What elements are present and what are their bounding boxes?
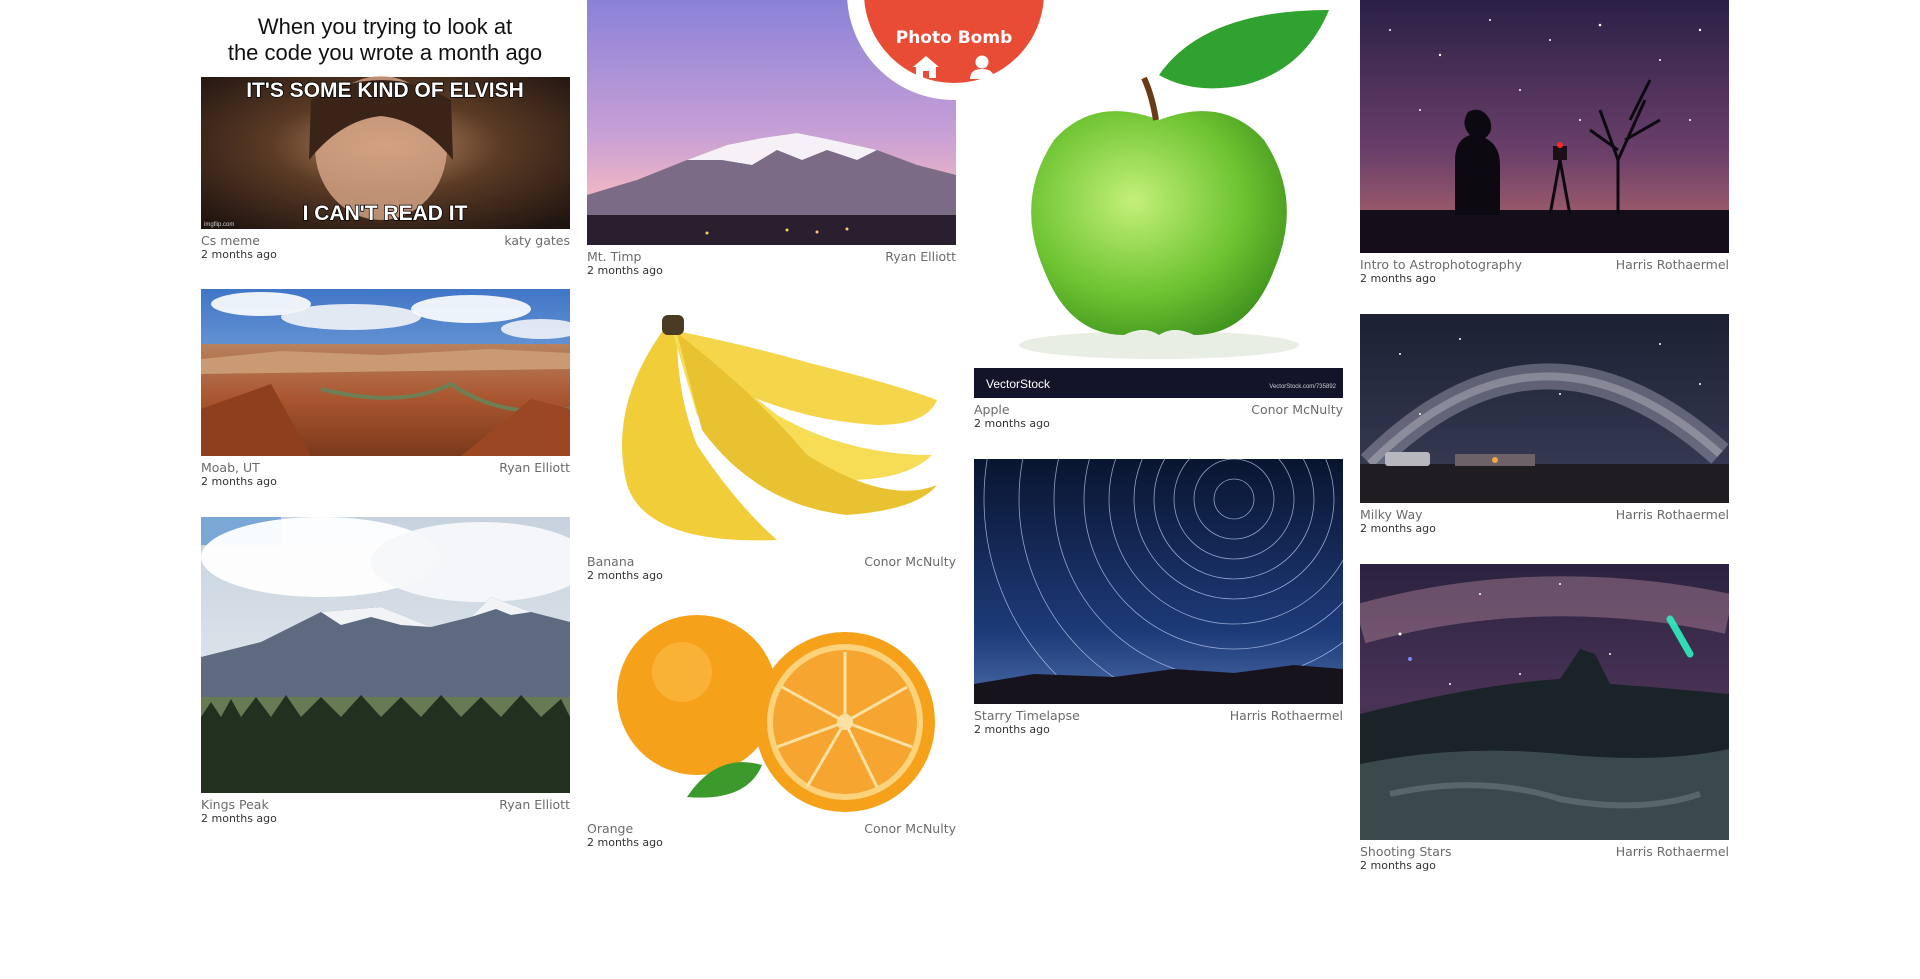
photo-astrophotography[interactable] xyxy=(1360,0,1729,253)
photo-title[interactable]: Kings Peak xyxy=(201,797,269,812)
photo-meta: Mt. Timp Ryan Elliott 2 months ago xyxy=(587,245,956,277)
photo-author[interactable]: Ryan Elliott xyxy=(499,797,570,812)
photo-card-banana: Banana Conor McNulty 2 months ago xyxy=(587,305,956,582)
photo-title[interactable]: Mt. Timp xyxy=(587,249,641,264)
photo-author[interactable]: katy gates xyxy=(504,233,570,248)
photo-card-starry-timelapse: Starry Timelapse Harris Rothaermel 2 mon… xyxy=(974,459,1343,736)
photo-title[interactable]: Apple xyxy=(974,402,1010,417)
photo-meta: Kings Peak Ryan Elliott 2 months ago xyxy=(201,793,570,825)
photo-author[interactable]: Harris Rothaermel xyxy=(1616,257,1729,272)
photo-card-orange: Orange Conor McNulty 2 months ago xyxy=(587,607,956,849)
watermark-brand: VectorStock xyxy=(986,377,1051,391)
photo-author[interactable]: Conor McNulty xyxy=(864,554,956,569)
photo-author[interactable]: Harris Rothaermel xyxy=(1230,708,1343,723)
photo-author[interactable]: Conor McNulty xyxy=(1251,402,1343,417)
meme-caption-bottom: I CAN'T READ IT xyxy=(303,202,468,225)
meme-top-line-2: the code you wrote a month ago xyxy=(228,40,542,65)
photo-title[interactable]: Milky Way xyxy=(1360,507,1423,522)
brand-title[interactable]: Photo Bomb xyxy=(864,28,1044,48)
photo-timestamp: 2 months ago xyxy=(1360,522,1436,535)
photo-author[interactable]: Ryan Elliott xyxy=(885,249,956,264)
photo-kings-peak[interactable] xyxy=(201,517,570,793)
photo-shooting-stars[interactable] xyxy=(1360,564,1729,840)
photo-timestamp: 2 months ago xyxy=(587,836,663,849)
mountain-image xyxy=(201,517,570,793)
photo-author[interactable]: Conor McNulty xyxy=(864,821,956,836)
photo-orange[interactable] xyxy=(587,607,956,817)
photo-title[interactable]: Orange xyxy=(587,821,633,836)
orange-image xyxy=(587,607,956,817)
meme-credit: imgflip.com xyxy=(204,222,234,228)
banana-image xyxy=(587,305,956,550)
photo-meta: Orange Conor McNulty 2 months ago xyxy=(587,817,956,849)
photo-card-shooting-stars: Shooting Stars Harris Rothaermel 2 month… xyxy=(1360,564,1729,872)
photo-timestamp: 2 months ago xyxy=(201,248,277,261)
photo-title[interactable]: Moab, UT xyxy=(201,460,260,475)
photo-card-moab: Moab, UT Ryan Elliott 2 months ago xyxy=(201,289,570,488)
photo-card-cs-meme: When you trying to look at the code you … xyxy=(201,0,570,261)
photo-card-kings-peak: Kings Peak Ryan Elliott 2 months ago xyxy=(201,517,570,825)
photo-title[interactable]: Starry Timelapse xyxy=(974,708,1080,723)
photo-card-milky-way: Milky Way Harris Rothaermel 2 months ago xyxy=(1360,314,1729,535)
photo-meta: Shooting Stars Harris Rothaermel 2 month… xyxy=(1360,840,1729,872)
photo-timestamp: 2 months ago xyxy=(201,475,277,488)
photo-cs-meme[interactable]: When you trying to look at the code you … xyxy=(201,0,570,229)
photo-meta: Banana Conor McNulty 2 months ago xyxy=(587,550,956,582)
photo-banana[interactable] xyxy=(587,305,956,550)
photo-timestamp: 2 months ago xyxy=(201,812,277,825)
photo-title[interactable]: Cs meme xyxy=(201,233,260,248)
nav-icons xyxy=(864,54,1044,84)
photo-card-astrophotography: Intro to Astrophotography Harris Rothaer… xyxy=(1360,0,1729,285)
photo-title[interactable]: Banana xyxy=(587,554,634,569)
astro-image xyxy=(1360,0,1729,253)
photo-author[interactable]: Ryan Elliott xyxy=(499,460,570,475)
photo-meta: Moab, UT Ryan Elliott 2 months ago xyxy=(201,456,570,488)
photo-meta: Apple Conor McNulty 2 months ago xyxy=(974,398,1343,430)
photo-meta: Starry Timelapse Harris Rothaermel 2 mon… xyxy=(974,704,1343,736)
photo-milky-way[interactable] xyxy=(1360,314,1729,503)
brand-circle: Photo Bomb xyxy=(864,0,1044,83)
photo-title[interactable]: Intro to Astrophotography xyxy=(1360,257,1522,272)
watermark-ref: VectorStock.com/735892 xyxy=(1269,384,1336,390)
photo-timestamp: 2 months ago xyxy=(587,264,663,277)
star-trails-image xyxy=(974,459,1343,704)
canyon-image xyxy=(201,289,570,456)
shooting-stars-image xyxy=(1360,564,1729,840)
user-icon[interactable] xyxy=(968,54,996,80)
photo-timestamp: 2 months ago xyxy=(974,723,1050,736)
photo-author[interactable]: Harris Rothaermel xyxy=(1616,844,1729,859)
photo-timestamp: 2 months ago xyxy=(974,417,1050,430)
meme-image: When you trying to look at the code you … xyxy=(201,0,570,229)
photo-title[interactable]: Shooting Stars xyxy=(1360,844,1452,859)
home-icon[interactable] xyxy=(912,54,940,80)
meme-caption-top: IT'S SOME KIND OF ELVISH xyxy=(246,79,524,102)
photo-author[interactable]: Harris Rothaermel xyxy=(1616,507,1729,522)
photo-timestamp: 2 months ago xyxy=(1360,859,1436,872)
photo-starry-timelapse[interactable] xyxy=(974,459,1343,704)
photo-timestamp: 2 months ago xyxy=(587,569,663,582)
photo-meta: Milky Way Harris Rothaermel 2 months ago xyxy=(1360,503,1729,535)
photo-timestamp: 2 months ago xyxy=(1360,272,1436,285)
photo-meta: Cs meme katy gates 2 months ago xyxy=(201,229,570,261)
photo-meta: Intro to Astrophotography Harris Rothaer… xyxy=(1360,253,1729,285)
milky-way-image xyxy=(1360,314,1729,503)
photo-grid: When you trying to look at the code you … xyxy=(201,0,1741,979)
meme-top-line-1: When you trying to look at xyxy=(258,14,512,39)
photo-moab[interactable] xyxy=(201,289,570,456)
